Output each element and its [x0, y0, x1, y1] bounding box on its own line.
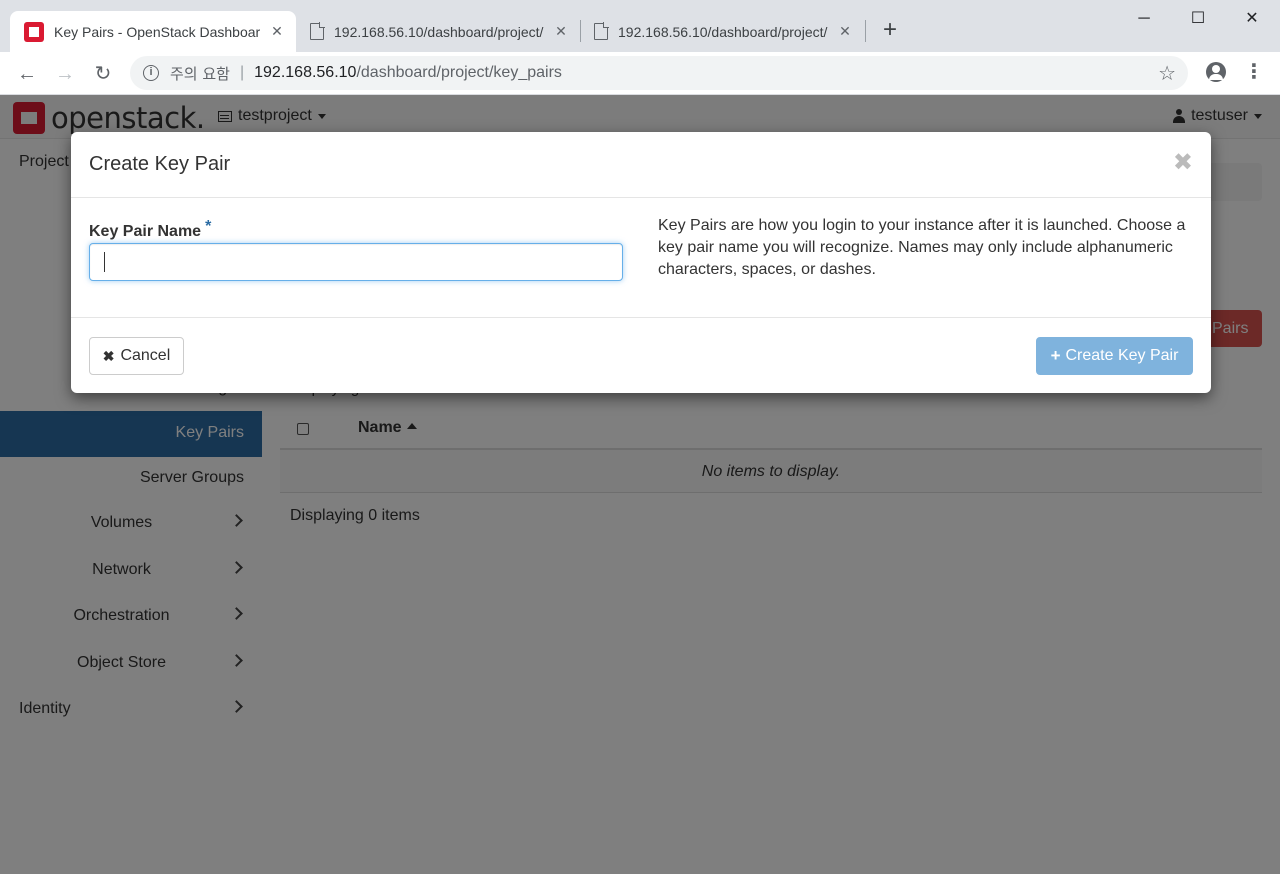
tab-title: 192.168.56.10/dashboard/project/: [334, 23, 544, 40]
browser-tab-3[interactable]: 192.168.56.10/dashboard/project/ ✕: [580, 11, 864, 52]
modal-header: Create Key Pair ✖: [71, 132, 1211, 198]
required-marker: *: [205, 218, 212, 235]
maximize-button[interactable]: ☐: [1178, 6, 1218, 32]
openstack-favicon-icon: [24, 21, 44, 42]
tab-close-icon[interactable]: ✕: [268, 23, 286, 40]
bookmark-star-icon[interactable]: ☆: [1158, 61, 1176, 86]
reload-icon[interactable]: ↻: [89, 60, 117, 88]
account-icon[interactable]: [1206, 62, 1226, 82]
browser-menu-icon[interactable]: ⋮: [1244, 60, 1264, 84]
cancel-button[interactable]: ✖ Cancel: [89, 337, 184, 375]
tab-title: Key Pairs - OpenStack Dashboard: [54, 23, 260, 40]
info-icon[interactable]: i: [143, 65, 159, 81]
create-key-pair-modal: Create Key Pair ✖ Key Pair Name * Key Pai…: [71, 132, 1211, 393]
cancel-button-label: Cancel: [120, 347, 171, 364]
help-text: Key Pairs are how you login to your inst…: [658, 217, 1186, 278]
forward-arrow-icon[interactable]: →: [51, 60, 79, 88]
plus-icon: +: [1050, 346, 1061, 365]
document-favicon-icon: [310, 22, 325, 40]
text-cursor: [104, 252, 105, 272]
tab-close-icon[interactable]: ✕: [552, 23, 570, 40]
browser-tab-2[interactable]: 192.168.56.10/dashboard/project/ ✕: [296, 11, 580, 52]
back-arrow-icon[interactable]: ←: [13, 60, 41, 88]
key-pair-name-input[interactable]: [89, 243, 623, 281]
url-path[interactable]: /dashboard/project/key_pairs: [356, 64, 561, 82]
minimize-button[interactable]: ─: [1124, 6, 1164, 32]
close-icon: ✖: [102, 347, 115, 364]
key-pair-name-label: Key Pair Name *: [89, 218, 211, 241]
modal-body: Key Pair Name * Key Pairs are how you log…: [71, 199, 1211, 317]
modal-footer: ✖ Cancel + Create Key Pair: [71, 317, 1211, 393]
document-favicon-icon: [594, 22, 609, 40]
browser-tabstrip: Key Pairs - OpenStack Dashboard ✕ 192.16…: [0, 0, 1280, 52]
browser-tab-key-pairs[interactable]: Key Pairs - OpenStack Dashboard ✕: [10, 11, 296, 52]
tab-close-icon[interactable]: ✕: [836, 23, 854, 40]
modal-title: Create Key Pair: [89, 153, 231, 175]
field-label-text: Key Pair Name: [89, 223, 202, 240]
new-tab-button[interactable]: +: [876, 16, 904, 44]
address-bar[interactable]: i 주의 요함 | 192.168.56.10 /dashboard/proje…: [130, 56, 1188, 90]
create-key-pair-submit-button[interactable]: + Create Key Pair: [1036, 337, 1193, 375]
create-button-label: Create Key Pair: [1065, 347, 1179, 364]
close-icon[interactable]: ✖: [1173, 148, 1193, 177]
tab-title: 192.168.56.10/dashboard/project/: [618, 23, 828, 40]
url-separator: |: [239, 64, 245, 81]
security-warning[interactable]: 주의 요함: [170, 63, 230, 84]
close-window-button[interactable]: ✕: [1232, 6, 1272, 32]
tab-separator: [865, 20, 866, 42]
url-host[interactable]: 192.168.56.10: [254, 64, 356, 82]
